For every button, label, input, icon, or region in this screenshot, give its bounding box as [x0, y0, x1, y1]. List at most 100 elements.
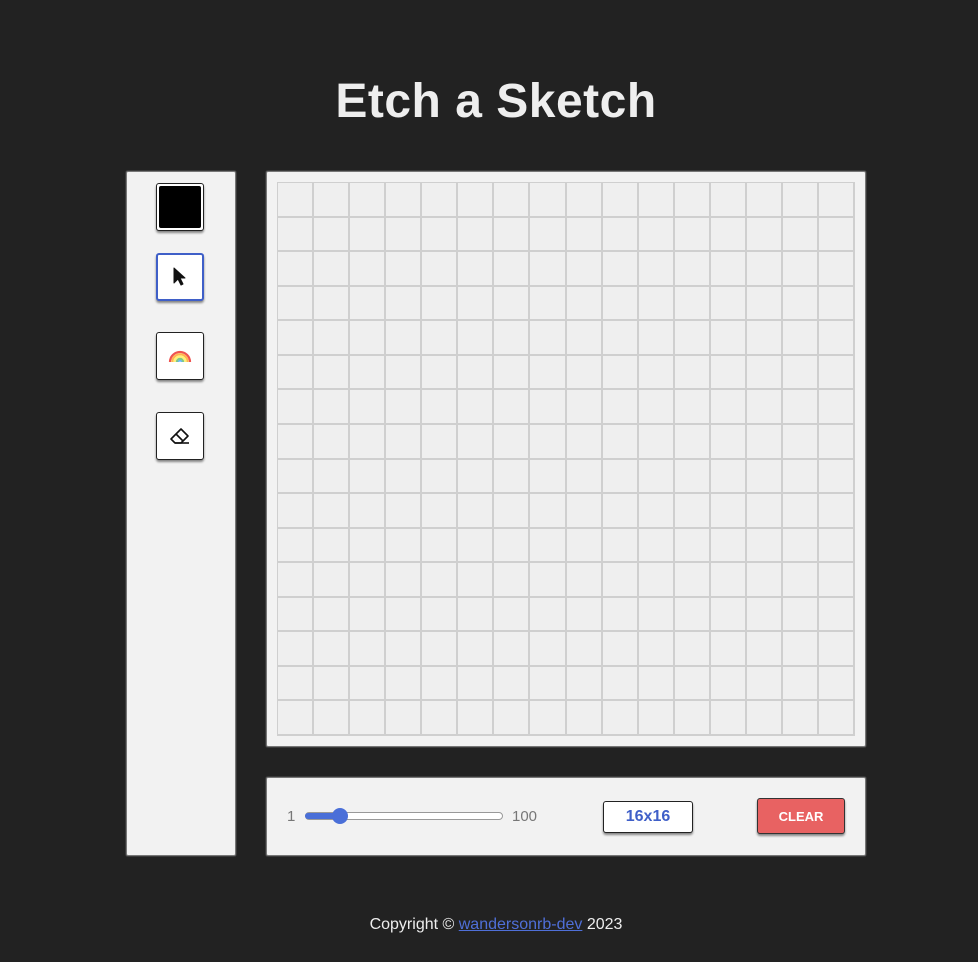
grid-cell[interactable] — [566, 563, 603, 598]
grid-cell[interactable] — [566, 666, 603, 702]
grid-cell[interactable] — [278, 494, 315, 529]
grid-cell[interactable] — [638, 701, 675, 736]
grid-cell[interactable] — [818, 597, 855, 633]
grid-cell[interactable] — [350, 183, 387, 218]
grid-cell[interactable] — [638, 424, 675, 460]
grid-cell[interactable] — [818, 494, 855, 529]
grid-cell[interactable] — [494, 424, 531, 460]
grid-cell[interactable] — [746, 252, 783, 287]
grid-cell[interactable] — [818, 286, 855, 322]
grid-cell[interactable] — [710, 528, 747, 564]
rainbow-tool-button[interactable] — [156, 332, 204, 380]
grid-cell[interactable] — [278, 183, 315, 218]
grid-cell[interactable] — [458, 286, 495, 322]
grid-cell[interactable] — [350, 424, 387, 460]
grid-cell[interactable] — [818, 252, 855, 287]
grid-cell[interactable] — [530, 424, 567, 460]
grid-cell[interactable] — [530, 563, 567, 598]
grid-cell[interactable] — [386, 666, 423, 702]
grid-cell[interactable] — [494, 459, 531, 495]
grid-cell[interactable] — [818, 563, 855, 598]
grid-cell[interactable] — [530, 355, 567, 391]
grid-cell[interactable] — [782, 217, 819, 253]
grid-cell[interactable] — [278, 459, 315, 495]
grid-cell[interactable] — [350, 701, 387, 736]
grid-cell[interactable] — [314, 355, 351, 391]
grid-cell[interactable] — [530, 701, 567, 736]
grid-cell[interactable] — [746, 217, 783, 253]
grid-cell[interactable] — [278, 424, 315, 460]
grid-cell[interactable] — [746, 528, 783, 564]
grid-cell[interactable] — [602, 424, 639, 460]
grid-cell[interactable] — [818, 183, 855, 218]
grid-cell[interactable] — [494, 701, 531, 736]
grid-cell[interactable] — [674, 597, 711, 633]
grid-cell[interactable] — [638, 252, 675, 287]
grid-cell[interactable] — [278, 355, 315, 391]
grid-cell[interactable] — [350, 217, 387, 253]
grid-cell[interactable] — [746, 494, 783, 529]
grid-cell[interactable] — [386, 632, 423, 667]
author-link[interactable]: wandersonrb-dev — [459, 916, 583, 933]
grid-cell[interactable] — [782, 494, 819, 529]
grid-cell[interactable] — [530, 286, 567, 322]
grid-cell[interactable] — [422, 632, 459, 667]
grid-cell[interactable] — [818, 701, 855, 736]
grid-cell[interactable] — [710, 286, 747, 322]
grid-cell[interactable] — [386, 183, 423, 218]
grid-cell[interactable] — [494, 183, 531, 218]
grid-cell[interactable] — [314, 217, 351, 253]
grid-cell[interactable] — [422, 563, 459, 598]
grid-cell[interactable] — [314, 321, 351, 356]
grid-cell[interactable] — [638, 528, 675, 564]
grid-cell[interactable] — [566, 217, 603, 253]
grid-cell[interactable] — [278, 217, 315, 253]
grid-cell[interactable] — [386, 252, 423, 287]
grid-cell[interactable] — [458, 528, 495, 564]
grid-cell[interactable] — [278, 528, 315, 564]
grid-cell[interactable] — [458, 701, 495, 736]
grid-cell[interactable] — [710, 632, 747, 667]
grid-cell[interactable] — [278, 597, 315, 633]
grid-cell[interactable] — [710, 701, 747, 736]
grid-cell[interactable] — [674, 666, 711, 702]
grid-cell[interactable] — [278, 666, 315, 702]
grid-cell[interactable] — [530, 528, 567, 564]
grid-cell[interactable] — [638, 321, 675, 356]
grid-cell[interactable] — [782, 528, 819, 564]
grid-cell[interactable] — [314, 459, 351, 495]
grid-cell[interactable] — [566, 424, 603, 460]
grid-cell[interactable] — [350, 563, 387, 598]
grid-cell[interactable] — [782, 355, 819, 391]
grid-cell[interactable] — [818, 666, 855, 702]
grid-cell[interactable] — [674, 459, 711, 495]
grid-cell[interactable] — [458, 666, 495, 702]
grid-cell[interactable] — [746, 632, 783, 667]
grid-cell[interactable] — [422, 459, 459, 495]
grid-cell[interactable] — [638, 183, 675, 218]
grid-cell[interactable] — [710, 355, 747, 391]
grid-cell[interactable] — [422, 597, 459, 633]
grid-cell[interactable] — [710, 252, 747, 287]
grid-cell[interactable] — [674, 528, 711, 564]
grid-cell[interactable] — [746, 390, 783, 425]
grid-cell[interactable] — [386, 390, 423, 425]
grid-cell[interactable] — [458, 459, 495, 495]
grid-cell[interactable] — [422, 183, 459, 218]
grid-cell[interactable] — [278, 632, 315, 667]
grid-cell[interactable] — [386, 563, 423, 598]
grid-cell[interactable] — [386, 528, 423, 564]
grid-cell[interactable] — [746, 459, 783, 495]
grid-cell[interactable] — [710, 217, 747, 253]
grid-cell[interactable] — [674, 252, 711, 287]
grid-cell[interactable] — [494, 528, 531, 564]
grid-cell[interactable] — [494, 286, 531, 322]
grid-cell[interactable] — [494, 597, 531, 633]
grid-cell[interactable] — [818, 321, 855, 356]
grid-cell[interactable] — [602, 701, 639, 736]
grid-cell[interactable] — [746, 563, 783, 598]
grid-cell[interactable] — [566, 390, 603, 425]
grid-cell[interactable] — [638, 494, 675, 529]
grid-cell[interactable] — [638, 666, 675, 702]
grid-cell[interactable] — [314, 494, 351, 529]
